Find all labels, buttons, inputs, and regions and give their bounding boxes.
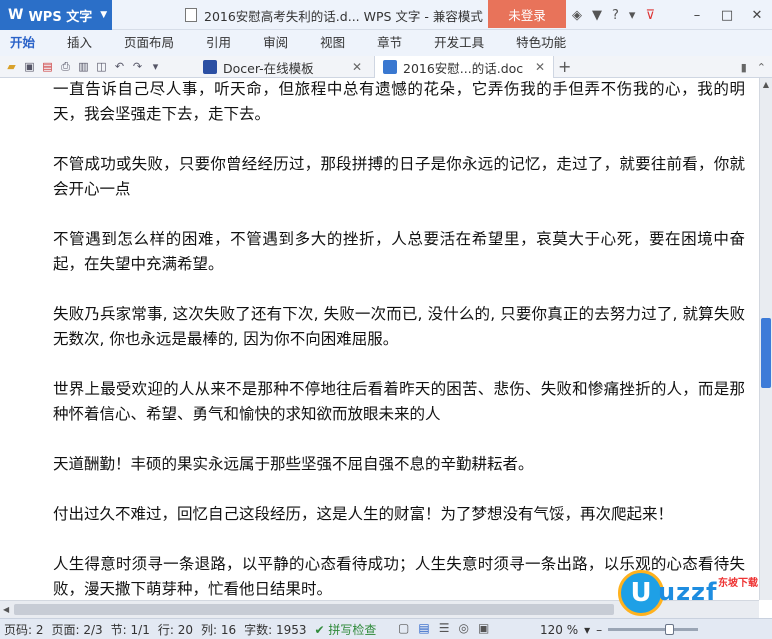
doc-tab-label: 2016安慰...的话.doc	[403, 60, 524, 76]
paragraph[interactable]: 天道酬勤！丰硕的果实永远属于那些坚强不屈自强不息的辛勤耕耘者。	[53, 452, 745, 477]
zoom-slider[interactable]	[608, 624, 699, 635]
watermark-sub: 东坡下载	[718, 578, 758, 589]
quick-access-dropdown-icon[interactable]: ▾	[149, 60, 162, 73]
status-word-count[interactable]: 字数: 1953	[240, 621, 310, 638]
app-name: WPS 文字	[28, 9, 93, 25]
app-menu-button[interactable]: W WPS 文字 ▼	[0, 0, 112, 30]
vertical-scroll-thumb[interactable]	[761, 318, 771, 388]
status-col[interactable]: 列: 16	[197, 621, 240, 638]
status-bar: 页码: 2 页面: 2/3 节: 1/1 行: 20 列: 16 字数: 195…	[0, 618, 772, 639]
doc-tab-current[interactable]: 2016安慰...的话.doc ✕	[374, 56, 554, 78]
vertical-scrollbar[interactable]: ▲	[759, 78, 772, 600]
undo-icon[interactable]: ↶	[113, 60, 126, 73]
window-title: 2016安慰高考失利的话.d... WPS 文字 - 兼容模式	[204, 8, 483, 24]
tab-chapter[interactable]: 章节	[367, 30, 412, 56]
chevron-down-icon: ▼	[100, 10, 108, 20]
maximize-icon[interactable]: □	[712, 8, 742, 23]
paragraph[interactable]: 失败乃兵家常事, 这次失败了还有下次, 失败一次而已, 没什么的, 只要你真正的…	[53, 302, 745, 352]
spell-check-toggle[interactable]: ✔ 拼写检查	[311, 621, 381, 638]
zoom-control: 120 % ▾ –	[540, 619, 699, 639]
zoom-level[interactable]: 120 %	[540, 623, 578, 637]
zoom-dropdown-icon[interactable]: ▾	[584, 623, 590, 637]
word-doc-icon	[383, 60, 397, 74]
tab-home[interactable]: 开始	[0, 30, 45, 56]
paragraph[interactable]: 世界上最受欢迎的人从来不是那种不停地往后看着昨天的困苦、悲伤、失败和惨痛挫折的人…	[53, 377, 745, 427]
wps-logo-icon: W	[8, 7, 23, 23]
site-watermark: U uzzf 东坡下载	[618, 570, 768, 620]
check-icon: ✔	[314, 622, 325, 637]
tab-insert[interactable]: 插入	[57, 30, 102, 56]
paragraph[interactable]: 付出过久不难过，回忆自己这段经历，这是人生的财富！为了梦想没有气馁，再次爬起来！	[53, 502, 745, 527]
document-body[interactable]: 一直告诉自己尽人事，听天命，但旅程中总有遗憾的花朵，它弄伤我的手但弄不伤我的心，…	[53, 78, 745, 600]
tab-view[interactable]: 视图	[310, 30, 355, 56]
title-tools: ◈ ▼ ? ▾ ⊽	[572, 0, 655, 30]
close-tab-icon[interactable]: ✕	[535, 60, 545, 74]
login-button[interactable]: 未登录	[488, 0, 566, 28]
watermark-text: uzzf	[658, 578, 718, 606]
close-icon[interactable]: ✕	[742, 8, 772, 23]
quick-access-bar: ▰ ▣ ▤ ⎙ ▥ ◫ ↶ ↷ ▾ Docer-在线模板 ✕ 2016安慰...…	[0, 56, 772, 78]
document-canvas[interactable]: 一直告诉自己尽人事，听天命，但旅程中总有遗憾的花朵，它弄伤我的手但弄不伤我的心，…	[0, 78, 758, 600]
view-mode-icons: ▢ ▤ ☰ ◎ ▣	[398, 621, 489, 635]
horizontal-scroll-thumb[interactable]	[14, 604, 614, 615]
window-controls: – □ ✕	[682, 0, 772, 30]
paragraph[interactable]: 不管遇到怎么样的困难，不管遇到多大的挫折，人总要活在希望里，哀莫大于心死，要在困…	[53, 227, 745, 277]
zoom-out-icon[interactable]: –	[596, 623, 602, 637]
ribbon-collapse-icon[interactable]: ⌃	[757, 61, 766, 74]
title-bar: W WPS 文字 ▼ 2016安慰高考失利的话.d... WPS 文字 - 兼容…	[0, 0, 772, 30]
full-screen-icon[interactable]: ▢	[398, 621, 409, 635]
paragraph[interactable]: 一直告诉自己尽人事，听天命，但旅程中总有遗憾的花朵，它弄伤我的手但弄不伤我的心，…	[53, 78, 745, 127]
web-view-icon[interactable]: ◎	[458, 621, 468, 635]
status-page-number[interactable]: 页码: 2	[0, 621, 48, 638]
save-icon[interactable]: ▣	[23, 60, 36, 73]
skin-icon[interactable]: ◈	[572, 8, 582, 23]
minimize-icon[interactable]: –	[682, 8, 712, 23]
docer-icon	[203, 60, 217, 74]
settings-dropdown-icon[interactable]: ▾	[629, 8, 636, 23]
new-tab-icon[interactable]: +	[558, 56, 571, 78]
reading-view-icon[interactable]: ▣	[478, 621, 489, 635]
tab-review[interactable]: 审阅	[253, 30, 298, 56]
print-preview-icon[interactable]: ▥	[77, 60, 90, 73]
quick-access-tools: ▰ ▣ ▤ ⎙ ▥ ◫ ↶ ↷ ▾	[0, 60, 162, 73]
shirt-icon[interactable]: ▼	[592, 8, 602, 23]
spell-icon[interactable]: ◫	[95, 60, 108, 73]
close-tab-icon[interactable]: ✕	[352, 60, 362, 74]
open-icon[interactable]: ▰	[5, 60, 18, 73]
paragraph[interactable]: 不管成功或失败，只要你曾经经历过，那段拼搏的日子是你永远的记忆，走过了，就要往前…	[53, 152, 745, 202]
ribbon-tabs: 开始 插入 页面布局 引用 审阅 视图 章节 开发工具 特色功能	[0, 30, 772, 56]
document-icon	[185, 8, 197, 22]
status-row[interactable]: 行: 20	[154, 621, 197, 638]
panel-toggle-icon[interactable]: ▮	[741, 61, 747, 74]
tab-special-features[interactable]: 特色功能	[506, 30, 576, 56]
tab-page-layout[interactable]: 页面布局	[114, 30, 184, 56]
status-pages[interactable]: 页面: 2/3	[48, 621, 107, 638]
zoom-slider-knob[interactable]	[664, 624, 674, 635]
export-pdf-icon[interactable]: ▤	[41, 60, 54, 73]
scroll-left-icon[interactable]: ◀	[3, 601, 9, 619]
window-title-area: 2016安慰高考失利的话.d... WPS 文字 - 兼容模式	[185, 0, 483, 30]
status-section[interactable]: 节: 1/1	[107, 621, 154, 638]
spell-check-label: 拼写检查	[328, 622, 377, 637]
collapse-ribbon-icon[interactable]: ⊽	[645, 8, 655, 23]
doc-tab-docer[interactable]: Docer-在线模板 ✕	[195, 56, 370, 78]
page-view-icon[interactable]: ▤	[418, 621, 429, 635]
redo-icon[interactable]: ↷	[131, 60, 144, 73]
print-icon[interactable]: ⎙	[59, 60, 72, 73]
scroll-up-icon[interactable]: ▲	[760, 78, 772, 92]
tab-references[interactable]: 引用	[196, 30, 241, 56]
outline-view-icon[interactable]: ☰	[439, 621, 450, 635]
help-icon[interactable]: ?	[612, 8, 619, 23]
doc-tab-label: Docer-在线模板	[223, 60, 314, 76]
tab-developer[interactable]: 开发工具	[424, 30, 494, 56]
right-tools: ▮ ⌃	[741, 56, 766, 78]
